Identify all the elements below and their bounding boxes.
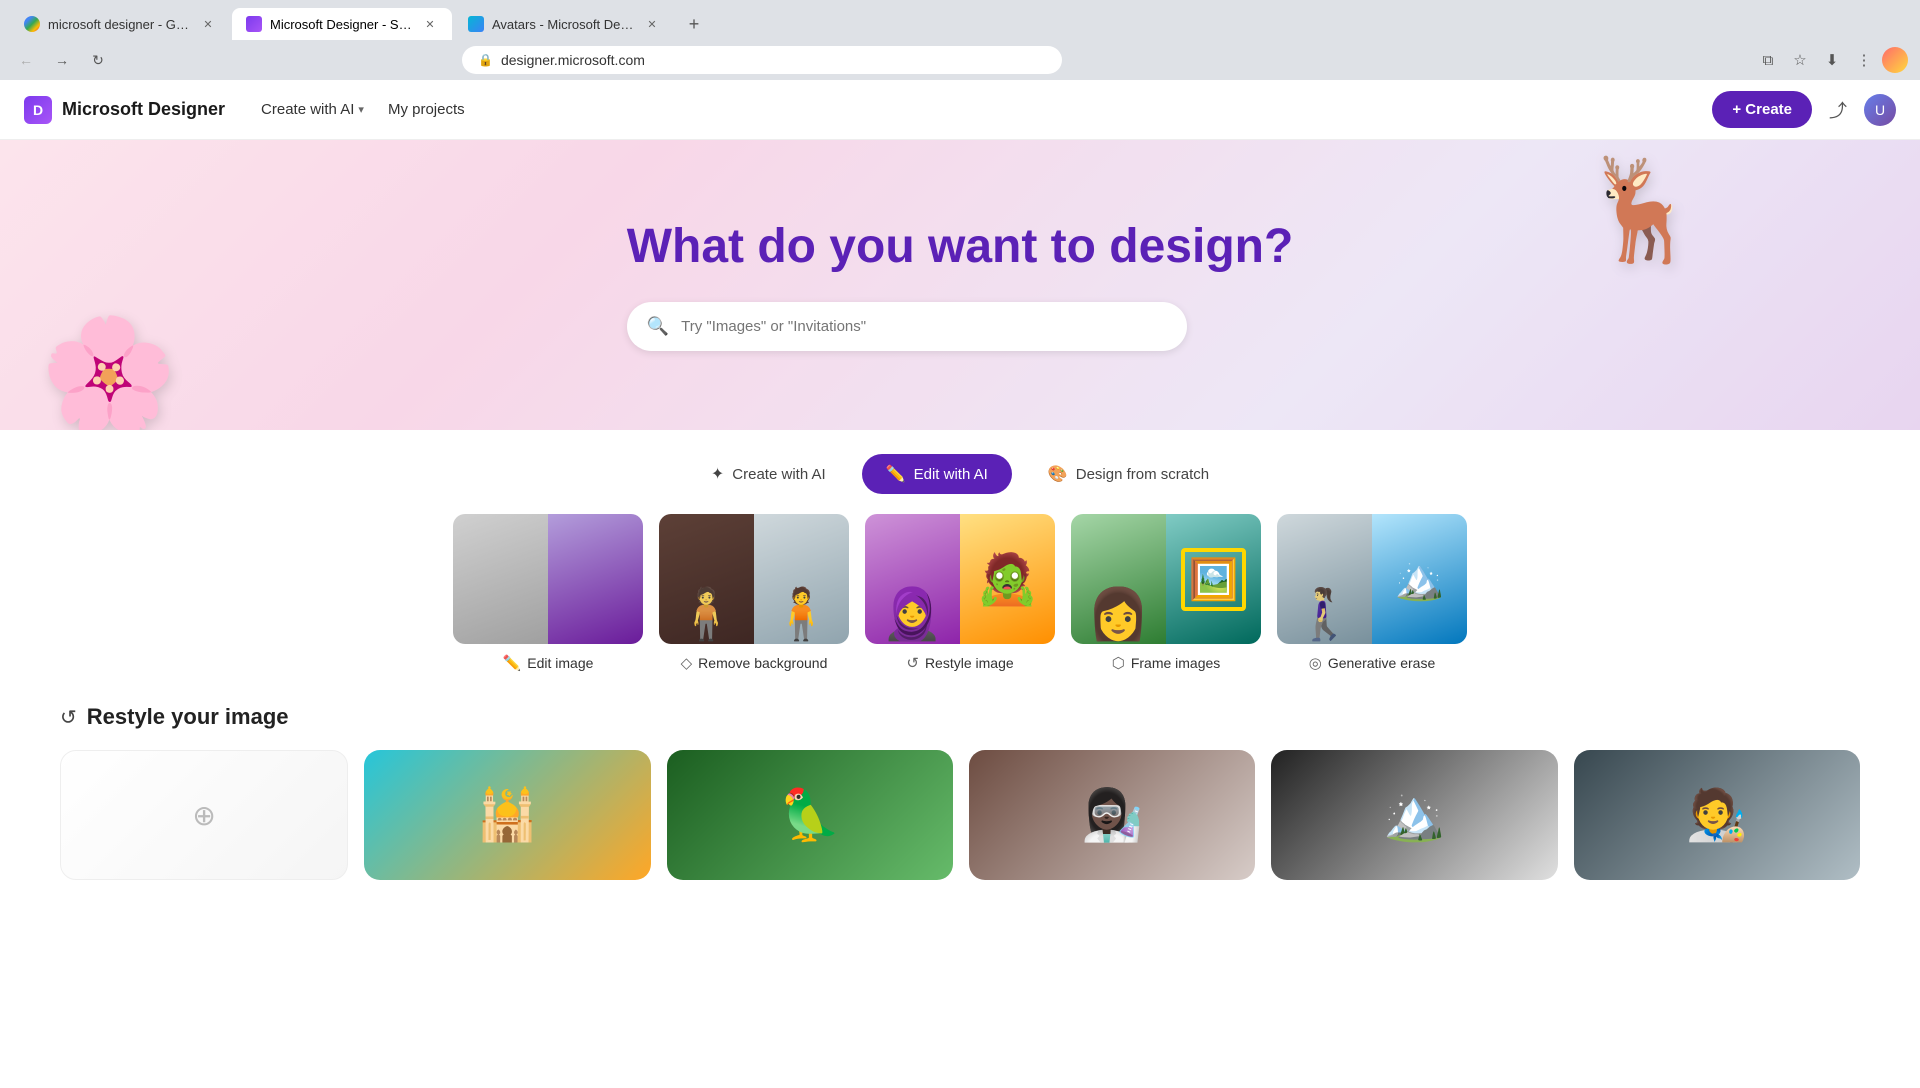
frame-icon: ⬡ <box>1112 654 1125 672</box>
tab-1[interactable]: microsoft designer - Google S... ✕ <box>10 8 230 40</box>
edit-label-text: Edit image <box>527 655 593 671</box>
tab-3[interactable]: Avatars - Microsoft Designer ✕ <box>454 8 674 40</box>
image-thumb-edit <box>453 514 643 644</box>
restyle-section: ↺ Restyle your image ⊕ 🕌 🦜 👩🏿‍🔬 🏔️ 🧑‍🎨 <box>0 684 1920 910</box>
create-with-ai-nav[interactable]: Create with AI ▾ <box>249 93 376 126</box>
refresh-button[interactable]: ↻ <box>84 46 112 74</box>
hero-decoration-left: 🌸 <box>40 320 280 430</box>
restyle-title-row: ↺ Restyle your image <box>60 704 1860 730</box>
design-scratch-icon: 🎨 <box>1048 464 1068 484</box>
frame-label-text: Frame images <box>1131 655 1220 671</box>
tab-2[interactable]: Microsoft Designer - Stunning ... ✕ <box>232 8 452 40</box>
hero-title: What do you want to design? <box>627 219 1294 274</box>
menu-button[interactable]: ⋮ <box>1850 46 1878 74</box>
tab-bar: microsoft designer - Google S... ✕ Micro… <box>0 0 1920 40</box>
restyle-card-2[interactable]: 🦜 <box>667 750 953 880</box>
remove-bg-label-text: Remove background <box>698 655 827 671</box>
tab-favicon-1 <box>24 16 40 32</box>
tab-close-3[interactable]: ✕ <box>644 16 660 32</box>
search-input[interactable] <box>681 318 1167 335</box>
edit-ai-icon: ✏️ <box>886 464 906 484</box>
remove-bg-icon: ◇ <box>681 654 693 672</box>
image-thumb-erase: 🚶‍♀️ 🏔️ <box>1277 514 1467 644</box>
restyle-grid: ⊕ 🕌 🦜 👩🏿‍🔬 🏔️ 🧑‍🎨 <box>60 750 1860 880</box>
restyle-card-0[interactable]: ⊕ <box>60 750 348 880</box>
tab-favicon-3 <box>468 16 484 32</box>
image-label-restyle: ↺ Restyle image <box>906 654 1013 672</box>
search-icon: 🔍 <box>647 316 669 337</box>
browser-icons: ⧉ ☆ ⬇ ⋮ <box>1754 46 1908 74</box>
restyle-card-4[interactable]: 🏔️ <box>1271 750 1557 880</box>
create-ai-icon: ✦ <box>711 464 724 484</box>
edit-icon: ✏️ <box>503 654 522 672</box>
restyle-section-icon: ↺ <box>60 705 77 730</box>
restyle-label-text: Restyle image <box>925 655 1014 671</box>
tab-create-ai-label: Create with AI <box>732 466 825 483</box>
restyle-card-5[interactable]: 🧑‍🎨 <box>1574 750 1860 880</box>
tab-close-2[interactable]: ✕ <box>422 16 438 32</box>
image-card-edit[interactable]: ✏️ Edit image <box>453 514 643 672</box>
hero-section: 🌸 What do you want to design? 🔍 🦌 <box>0 140 1920 430</box>
hero-content: What do you want to design? 🔍 <box>627 219 1294 351</box>
erase-icon: ◎ <box>1309 654 1322 672</box>
user-avatar[interactable]: U <box>1864 94 1896 126</box>
tab-label-3: Avatars - Microsoft Designer <box>492 17 636 32</box>
tab-edit-ai-label: Edit with AI <box>914 466 988 483</box>
image-label-remove-bg: ◇ Remove background <box>681 654 828 672</box>
erase-label-text: Generative erase <box>1328 655 1435 671</box>
address-text: designer.microsoft.com <box>501 52 645 68</box>
new-tab-button[interactable]: + <box>680 10 708 38</box>
secure-icon: 🔒 <box>478 53 493 67</box>
restyle-icon: ↺ <box>906 654 919 672</box>
tabs-section: ✦ Create with AI ✏️ Edit with AI 🎨 Desig… <box>0 430 1920 514</box>
image-thumb-frame: 👩 🖼️ <box>1071 514 1261 644</box>
image-thumb-remove-bg: 🧍 🧍 <box>659 514 849 644</box>
browser-chrome: microsoft designer - Google S... ✕ Micro… <box>0 0 1920 80</box>
tab-label-2: Microsoft Designer - Stunning ... <box>270 17 414 32</box>
downloads-button[interactable]: ⬇ <box>1818 46 1846 74</box>
logo-area: D Microsoft Designer <box>24 96 225 124</box>
extensions-button[interactable]: ⧉ <box>1754 46 1782 74</box>
image-label-edit: ✏️ Edit image <box>503 654 594 672</box>
my-projects-label: My projects <box>388 101 465 118</box>
tab-favicon-2 <box>246 16 262 32</box>
back-button[interactable]: ← <box>12 46 40 74</box>
address-input[interactable]: 🔒 designer.microsoft.com <box>462 46 1062 74</box>
image-card-remove-bg[interactable]: 🧍 🧍 ◇ Remove background <box>659 514 849 672</box>
create-with-ai-label: Create with AI <box>261 101 354 118</box>
my-projects-nav[interactable]: My projects <box>376 93 477 126</box>
logo-text: Microsoft Designer <box>62 99 225 120</box>
restyle-placeholder: ⊕ <box>192 799 215 832</box>
restyle-card-1[interactable]: 🕌 <box>364 750 650 880</box>
share-button[interactable]: ⤴ <box>1820 92 1856 128</box>
browser-profile[interactable] <box>1882 47 1908 73</box>
create-with-ai-chevron: ▾ <box>358 103 364 116</box>
bookmark-button[interactable]: ☆ <box>1786 46 1814 74</box>
tab-close-1[interactable]: ✕ <box>200 16 216 32</box>
image-card-frame[interactable]: 👩 🖼️ ⬡ Frame images <box>1071 514 1261 672</box>
restyle-section-title: Restyle your image <box>87 704 289 730</box>
image-grid: ✏️ Edit image 🧍 🧍 ◇ Remove background <box>0 514 1920 684</box>
forward-button[interactable]: → <box>48 46 76 74</box>
create-button[interactable]: + Create <box>1712 91 1812 128</box>
tab-design-scratch-label: Design from scratch <box>1076 466 1209 483</box>
image-label-frame: ⬡ Frame images <box>1112 654 1221 672</box>
image-thumb-restyle: 🧕 🧟 <box>865 514 1055 644</box>
hero-decoration-right: 🦌 <box>1580 160 1820 260</box>
address-bar: ← → ↻ 🔒 designer.microsoft.com ⧉ ☆ ⬇ ⋮ <box>0 40 1920 80</box>
image-label-erase: ◎ Generative erase <box>1309 654 1436 672</box>
search-bar[interactable]: 🔍 <box>627 302 1187 351</box>
tab-edit-ai[interactable]: ✏️ Edit with AI <box>862 454 1012 494</box>
image-card-erase[interactable]: 🚶‍♀️ 🏔️ ◎ Generative erase <box>1277 514 1467 672</box>
tab-label-1: microsoft designer - Google S... <box>48 17 192 32</box>
logo-icon: D <box>24 96 52 124</box>
tab-create-ai[interactable]: ✦ Create with AI <box>687 454 850 494</box>
app: D Microsoft Designer Create with AI ▾ My… <box>0 80 1920 1088</box>
image-card-restyle[interactable]: 🧕 🧟 ↺ Restyle image <box>865 514 1055 672</box>
tab-design-scratch[interactable]: 🎨 Design from scratch <box>1024 454 1233 494</box>
top-nav: D Microsoft Designer Create with AI ▾ My… <box>0 80 1920 140</box>
restyle-card-3[interactable]: 👩🏿‍🔬 <box>969 750 1255 880</box>
